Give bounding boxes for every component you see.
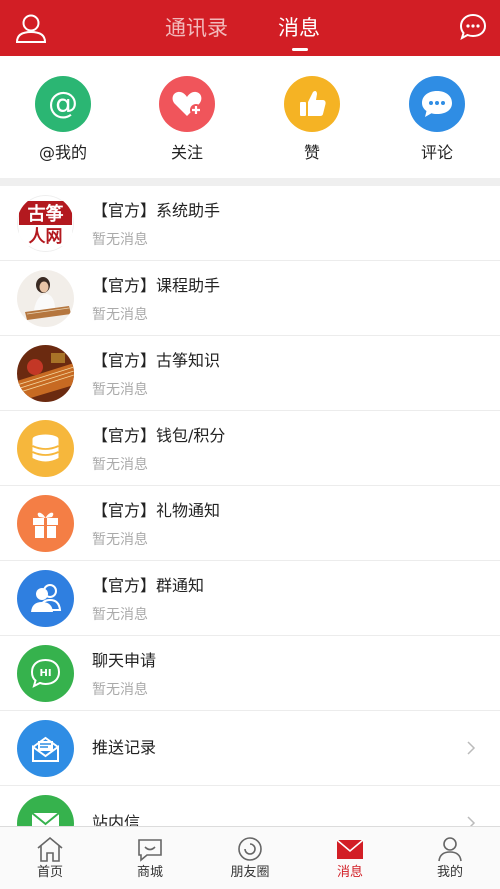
tabbar-label: 消息 [336,865,363,880]
active-tab-indicator [292,48,308,51]
section-divider [0,178,500,186]
guzheng-logo: 古筝 人网 [17,195,74,252]
moments-icon [238,837,262,861]
gift-icon [17,495,74,552]
tabbar-home[interactable]: 首页 [0,827,100,889]
quick-action-follow[interactable]: 关注 [137,76,237,164]
quick-action-comment[interactable]: 评论 [387,76,487,164]
tabbar-label: 商城 [136,865,163,880]
conversation-subtitle: 暂无消息 [92,682,148,698]
quick-action-label: @我的 [38,143,87,162]
menu-push-records[interactable]: 推送记录 [0,711,500,786]
push-mail-icon [17,720,74,777]
heart-plus-icon [159,76,215,132]
thumbs-up-icon [284,76,340,132]
conversation-subtitle: 暂无消息 [92,532,148,548]
comment-icon [409,76,465,132]
conversation-group-notice[interactable]: 【官方】群通知 暂无消息 [0,561,500,636]
mail-icon [336,839,364,859]
quick-action-label: 赞 [303,143,320,162]
chat-bubble-icon[interactable] [458,12,488,42]
conversation-guzheng-knowledge[interactable]: 【官方】古筝知识 暂无消息 [0,336,500,411]
at-icon: @ [35,76,91,132]
coins-icon [17,420,74,477]
conversation-system-assistant[interactable]: 古筝 人网 【官方】系统助手 暂无消息 [0,186,500,261]
conversation-subtitle: 暂无消息 [92,607,148,623]
message-list: 古筝 人网 【官方】系统助手 暂无消息 【官方】课程助手 暂无消息 【官方】古筝… [0,186,500,861]
woman-playing-guzheng-photo [17,270,74,327]
conversation-title: 【官方】古筝知识 [92,351,221,370]
bottom-tab-bar: 首页 商城 朋友圈 消息 我的 [0,826,500,889]
logo-text-top: 古筝 [28,203,64,225]
svg-text:@: @ [48,86,78,121]
tabbar-shop[interactable]: 商城 [100,827,200,889]
home-icon [37,836,63,862]
quick-actions: @ @我的 关注 赞 评论 [0,56,500,178]
shop-icon [138,839,162,862]
tabbar-profile[interactable]: 我的 [400,827,500,889]
conversation-title: 【官方】群通知 [92,576,205,595]
conversation-title: 【官方】课程助手 [92,276,221,295]
tabbar-label: 首页 [36,865,63,880]
tab-contacts[interactable]: 通讯录 [165,14,228,42]
user-icon[interactable] [14,12,48,44]
menu-title: 推送记录 [92,738,157,757]
logo-text-bottom: 人网 [29,227,63,247]
conversation-wallet-points[interactable]: 【官方】钱包/积分 暂无消息 [0,411,500,486]
group-icon [17,570,74,627]
conversation-gift-notice[interactable]: 【官方】礼物通知 暂无消息 [0,486,500,561]
guzheng-closeup-photo [17,345,74,402]
conversation-subtitle: 暂无消息 [92,382,148,398]
tabbar-label: 朋友圈 [230,865,270,880]
conversation-chat-request[interactable]: HI 聊天申请 暂无消息 [0,636,500,711]
conversation-title: 【官方】钱包/积分 [92,426,226,445]
tabbar-messages[interactable]: 消息 [300,827,400,889]
quick-action-label: 评论 [420,143,453,162]
quick-action-label: 关注 [170,143,203,162]
tab-messages[interactable]: 消息 [278,14,320,42]
conversation-title: 【官方】系统助手 [92,201,221,220]
hi-chat-icon: HI [17,645,74,702]
conversation-title: 【官方】礼物通知 [92,501,221,520]
conversation-subtitle: 暂无消息 [92,457,148,473]
conversation-subtitle: 暂无消息 [92,232,148,248]
svg-text:HI: HI [39,668,51,679]
conversation-title: 聊天申请 [92,651,157,670]
quick-action-at-me[interactable]: @ @我的 [13,76,113,164]
profile-icon [438,837,462,862]
chevron-right-icon [467,741,476,755]
quick-action-like[interactable]: 赞 [262,76,362,164]
conversation-subtitle: 暂无消息 [92,307,148,323]
conversation-course-assistant[interactable]: 【官方】课程助手 暂无消息 [0,261,500,336]
top-nav-bar: 通讯录 消息 [0,0,500,56]
tabbar-label: 我的 [436,865,463,880]
tabbar-moments[interactable]: 朋友圈 [200,827,300,889]
